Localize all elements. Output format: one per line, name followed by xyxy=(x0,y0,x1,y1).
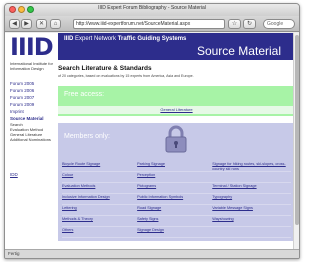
bookmark-icon[interactable]: ☆ xyxy=(228,19,241,29)
status-text: Fertig xyxy=(8,251,20,256)
home-icon[interactable]: ⌂ xyxy=(50,19,61,29)
category-link[interactable]: Terminal / Station Signage xyxy=(212,183,291,193)
category-link[interactable]: Signage Design xyxy=(137,227,212,237)
category-link[interactable]: Methods & Theory xyxy=(62,216,137,226)
free-access-panel: Free access: General Literature xyxy=(58,86,295,116)
sidebar-item-forum-2007[interactable]: Forum 2007 xyxy=(10,94,56,101)
general-literature-link[interactable]: General Literature xyxy=(58,106,295,114)
sidebar-bottom-link[interactable]: IDD xyxy=(10,172,18,177)
category-link[interactable]: Lettering xyxy=(62,205,137,215)
header-iiid: IIID xyxy=(64,36,74,42)
table-row: Methods & Theory Safety Signs Wayshowing xyxy=(62,216,291,227)
search-input[interactable]: Google xyxy=(263,19,295,29)
sidebar: IIID International Institute for Informa… xyxy=(5,33,55,251)
padlock-icon xyxy=(165,125,187,153)
stop-icon[interactable]: ✕ xyxy=(36,19,47,29)
sidebar-nav: Forum 2005 Forum 2006 Forum 2007 Forum 2… xyxy=(10,80,56,142)
members-only-label: Members only: xyxy=(64,133,110,140)
category-link[interactable]: Wayshowing xyxy=(212,216,291,226)
sidebar-item-forum-2009[interactable]: Forum 2009 xyxy=(10,101,56,108)
category-link[interactable]: Typography xyxy=(212,194,291,204)
category-link[interactable]: Public Information Symbols xyxy=(137,194,212,204)
sidebar-item-forum-2005[interactable]: Forum 2005 xyxy=(10,80,56,87)
category-link[interactable]: Inclusive Information Design xyxy=(62,194,137,204)
browser-toolbar: ◀ ▶ ✕ ⌂ http://www.iiid-expertforum.net/… xyxy=(5,16,299,32)
sidebar-item-imprint[interactable]: Imprint xyxy=(10,108,56,115)
window-title: IIID Expert Forum Bibliography - Source … xyxy=(98,5,206,11)
category-link[interactable]: Parking Signage xyxy=(137,161,212,171)
org-name: International Institute for Information … xyxy=(10,61,53,71)
table-row: Others Signage Design xyxy=(62,227,291,238)
header-network-title: IIID Expert Network Traffic Guiding Syst… xyxy=(64,36,186,42)
sidebar-item-forum-2006[interactable]: Forum 2006 xyxy=(10,87,56,94)
sidebar-subitem-additional-nominations[interactable]: Additional Nominations xyxy=(10,137,56,142)
table-row: Colour Perception xyxy=(62,172,291,183)
page-viewport: IIID International Institute for Informa… xyxy=(5,33,299,251)
forward-arrow-icon[interactable]: ▶ xyxy=(21,19,32,29)
category-link[interactable]: Evaluation Methods xyxy=(62,183,137,193)
browser-window: IIID Expert Forum Bibliography - Source … xyxy=(4,3,300,259)
refresh-icon[interactable]: ↻ xyxy=(243,19,256,29)
category-link[interactable]: Perception xyxy=(137,172,212,182)
back-arrow-icon[interactable]: ◀ xyxy=(9,19,20,29)
table-row: Lettering Road Signage Variable Message Si… xyxy=(62,205,291,216)
category-link[interactable]: Road Signage xyxy=(137,205,212,215)
table-row: Evaluation Methods Pictograms Terminal / S… xyxy=(62,183,291,194)
section-subtitle: of 20 categories, based on evaluations b… xyxy=(58,74,194,78)
category-link[interactable]: Signage for hiking routes, ski-slopes, c… xyxy=(212,161,291,171)
logo[interactable]: IIID xyxy=(10,35,54,59)
category-link xyxy=(212,227,291,237)
category-link[interactable]: Colour xyxy=(62,172,137,182)
category-link[interactable]: Pictograms xyxy=(137,183,212,193)
status-bar: Fertig xyxy=(5,249,299,258)
url-field[interactable]: http://www.iiid-expertforum.net/SourceMa… xyxy=(73,19,225,29)
sidebar-item-source-material[interactable]: Source Material xyxy=(10,115,56,122)
header-traffic-guiding: Traffic Guiding Systems xyxy=(117,36,187,42)
table-row: Inclusive Information Design Public Infor… xyxy=(62,194,291,205)
category-link[interactable]: Others xyxy=(62,227,137,237)
category-link xyxy=(212,172,291,182)
members-category-grid: Bicycle Route Signage Parking Signage Sign… xyxy=(62,161,291,238)
table-row: Bicycle Route Signage Parking Signage Sign… xyxy=(62,161,291,172)
category-link[interactable]: Safety Signs xyxy=(137,216,212,226)
header-banner: IIID Expert Network Traffic Guiding Syst… xyxy=(58,33,295,60)
main-content: IIID Expert Network Traffic Guiding Syst… xyxy=(58,33,295,251)
members-only-panel: Members only: Bicycle Route Signage Parki… xyxy=(58,123,295,241)
free-access-label: Free access: xyxy=(64,91,105,98)
section-title: Search Literature & Standards xyxy=(58,65,152,72)
category-link[interactable]: Bicycle Route Signage xyxy=(62,161,137,171)
page-title: Source Material xyxy=(196,44,281,58)
header-expert-network: Expert Network xyxy=(73,36,118,42)
scrollbar-thumb[interactable] xyxy=(295,35,299,225)
vertical-scrollbar[interactable] xyxy=(293,33,299,251)
title-bar: IIID Expert Forum Bibliography - Source … xyxy=(5,4,299,16)
category-link[interactable]: Variable Message Signs xyxy=(212,205,291,215)
